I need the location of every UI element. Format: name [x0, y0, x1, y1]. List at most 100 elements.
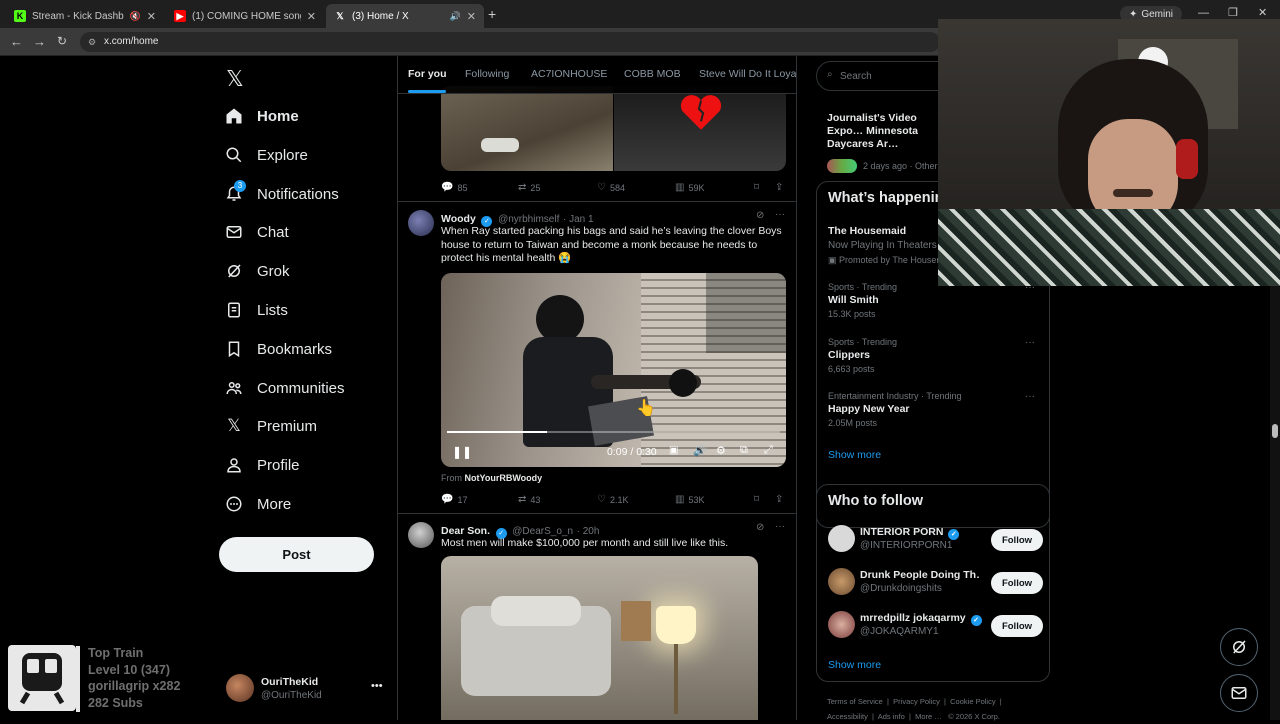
- site-info-icon[interactable]: ⚙: [88, 32, 96, 52]
- sidebar-item-grok[interactable]: Grok: [225, 256, 290, 286]
- show-more-link[interactable]: Show more: [828, 659, 881, 671]
- tab-following[interactable]: Following: [465, 68, 509, 80]
- lamp-pole: [674, 644, 678, 714]
- more-dots-icon[interactable]: ···: [775, 209, 785, 220]
- reply-button[interactable]: 💬 17: [441, 494, 467, 505]
- follow-suggestion[interactable]: INTERIOR PORN ✓ @INTERIORPORN1 Follow: [828, 524, 1043, 560]
- bookmark-button[interactable]: ⌑: [754, 494, 763, 505]
- follow-button[interactable]: Follow: [991, 615, 1043, 637]
- forward-arrow-icon[interactable]: →: [33, 34, 46, 49]
- post-text: When Ray started packing his bags and sa…: [441, 225, 782, 264]
- video-player[interactable]: ❚❚ 0:09 / 0:30 ▣ 🔊 ⚙ ⧉ ⤢: [441, 273, 786, 467]
- volume-icon[interactable]: 🔊: [693, 444, 707, 457]
- browser-tab-youtube[interactable]: ▶ (1) COMING HOME song - YouTube ✕: [166, 4, 324, 28]
- close-tab-icon[interactable]: ✕: [467, 10, 476, 23]
- sidebar-item-home[interactable]: Home: [225, 101, 299, 131]
- new-tab-button[interactable]: +: [488, 6, 496, 22]
- follow-button[interactable]: Follow: [991, 529, 1043, 551]
- sidebar-item-notifications[interactable]: 3 Notifications: [225, 179, 339, 209]
- x-icon: 𝕏: [336, 10, 344, 21]
- close-tab-icon[interactable]: ✕: [307, 10, 316, 23]
- more-dots-icon[interactable]: ···: [775, 521, 785, 532]
- sidebar-item-bookmarks[interactable]: Bookmarks: [225, 334, 332, 364]
- bookmark-button[interactable]: ⌑: [754, 182, 763, 193]
- repost-button[interactable]: ⇄ 43: [518, 494, 540, 505]
- footer-link[interactable]: Cookie Policy: [950, 697, 995, 706]
- pause-icon[interactable]: ❚❚: [452, 445, 472, 459]
- follow-suggestion[interactable]: mrredpillz jokaqarmy ✓ @JOKAQARMY1 Follo…: [828, 610, 1043, 646]
- more-dots-icon[interactable]: ···: [1025, 337, 1035, 348]
- source-account-link[interactable]: NotYourRBWoody: [465, 473, 543, 483]
- sidebar-item-explore[interactable]: Explore: [225, 140, 308, 170]
- more-dots-icon[interactable]: ···: [1025, 391, 1035, 402]
- author-name[interactable]: Woody: [441, 213, 476, 225]
- post-image[interactable]: [441, 86, 613, 171]
- account-switcher[interactable]: OuriTheKid @OuriTheKid •••: [226, 674, 386, 704]
- post-time[interactable]: · 20h: [577, 526, 600, 537]
- like-button[interactable]: ♡ 584: [597, 182, 625, 193]
- footer-link[interactable]: Privacy Policy: [893, 697, 940, 706]
- footer-link[interactable]: Terms of Service: [827, 697, 883, 706]
- grok-floating-button[interactable]: [1220, 628, 1258, 666]
- sidebar-item-more[interactable]: More: [225, 489, 291, 519]
- x-logo-icon[interactable]: 𝕏: [226, 66, 244, 92]
- views-button[interactable]: ▥ 59K: [675, 182, 704, 193]
- grok-icon[interactable]: ⊘: [756, 210, 764, 221]
- share-button[interactable]: ⇪: [775, 182, 787, 193]
- sidebar-item-communities[interactable]: Communities: [225, 373, 345, 403]
- tab-steve-will-do-it-loyal[interactable]: Steve Will Do It Loyal: [699, 68, 796, 80]
- post-time[interactable]: · Jan 1: [563, 214, 594, 225]
- speaker-icon[interactable]: 🔊: [450, 11, 461, 22]
- show-more-link[interactable]: Show more: [828, 449, 881, 461]
- tab-ac7ionhouse[interactable]: AC7IONHOUSE: [531, 68, 607, 80]
- author-name[interactable]: Dear Son.: [441, 525, 490, 537]
- post-button[interactable]: Post: [219, 537, 374, 572]
- back-arrow-icon[interactable]: ←: [10, 34, 23, 49]
- author-handle[interactable]: @nyrbhimself: [498, 214, 559, 225]
- video-progress-track[interactable]: [447, 431, 780, 433]
- sidebar-item-chat[interactable]: Chat: [225, 217, 289, 247]
- share-button[interactable]: ⇪: [775, 494, 787, 505]
- reload-icon[interactable]: ↻: [57, 34, 67, 48]
- tab-cobb-mob[interactable]: COBB MOB: [624, 68, 681, 80]
- like-button[interactable]: ♡ 2.1K: [597, 494, 628, 505]
- follow-suggestion[interactable]: Drunk People Doing Th… @Drunkdoingshits …: [828, 567, 1043, 603]
- follow-button[interactable]: Follow: [991, 572, 1043, 594]
- image-detail: [481, 138, 519, 152]
- sidebar-item-premium[interactable]: 𝕏 Premium: [225, 411, 317, 441]
- repost-button[interactable]: ⇄ 25: [518, 182, 540, 193]
- timeline-post[interactable]: Dear Son. ✓ @DearS_o_n · 20h ⊘ ··· Most …: [398, 514, 796, 720]
- scrollbar-thumb[interactable]: [1272, 424, 1278, 438]
- close-window-icon[interactable]: ✕: [1258, 6, 1267, 19]
- avatar[interactable]: [408, 522, 434, 548]
- trend-item[interactable]: Entertainment Industry · Trending Happy …: [828, 391, 1043, 428]
- picture-in-picture-icon[interactable]: ⧉: [740, 444, 748, 457]
- post-image[interactable]: [614, 86, 786, 171]
- trend-item[interactable]: Sports · Trending Clippers 6,663 posts ·…: [828, 337, 1043, 374]
- author-handle[interactable]: @DearS_o_n: [512, 526, 573, 537]
- lamp-shade: [656, 606, 696, 644]
- verified-badge-icon: ✓: [948, 529, 960, 540]
- browser-tab-x[interactable]: 𝕏 (3) Home / X 🔊 ✕: [326, 4, 484, 28]
- trend-item[interactable]: Sports · Trending Will Smith 15.3K posts…: [828, 282, 1043, 319]
- timeline-post[interactable]: Woody ✓ @nyrbhimself · Jan 1 ⊘ ··· When …: [398, 202, 796, 514]
- captions-icon[interactable]: ▣: [669, 445, 678, 456]
- grok-icon[interactable]: ⊘: [756, 522, 764, 533]
- close-tab-icon[interactable]: ✕: [147, 10, 156, 23]
- restore-icon[interactable]: ❐: [1228, 6, 1238, 19]
- minimize-icon[interactable]: —: [1198, 7, 1209, 19]
- reply-button[interactable]: 💬 85: [441, 182, 467, 193]
- sidebar-item-lists[interactable]: Lists: [225, 295, 288, 325]
- views-button[interactable]: ▥ 53K: [675, 494, 704, 505]
- avatar[interactable]: [408, 210, 434, 236]
- settings-gear-icon[interactable]: ⚙: [716, 444, 726, 457]
- tab-for-you[interactable]: For you: [408, 68, 447, 80]
- muted-speaker-icon[interactable]: 🔇: [130, 11, 141, 22]
- fullscreen-icon[interactable]: ⤢: [764, 444, 773, 457]
- messages-floating-button[interactable]: [1220, 674, 1258, 712]
- post-image[interactable]: [441, 556, 758, 720]
- sidebar-item-profile[interactable]: Profile: [225, 450, 300, 480]
- browser-tab-kick[interactable]: K Stream - Kick Dashboard 🔇 ✕: [6, 4, 164, 28]
- url-field[interactable]: ⚙ x.com/home: [80, 32, 940, 52]
- person-head: [536, 295, 584, 343]
